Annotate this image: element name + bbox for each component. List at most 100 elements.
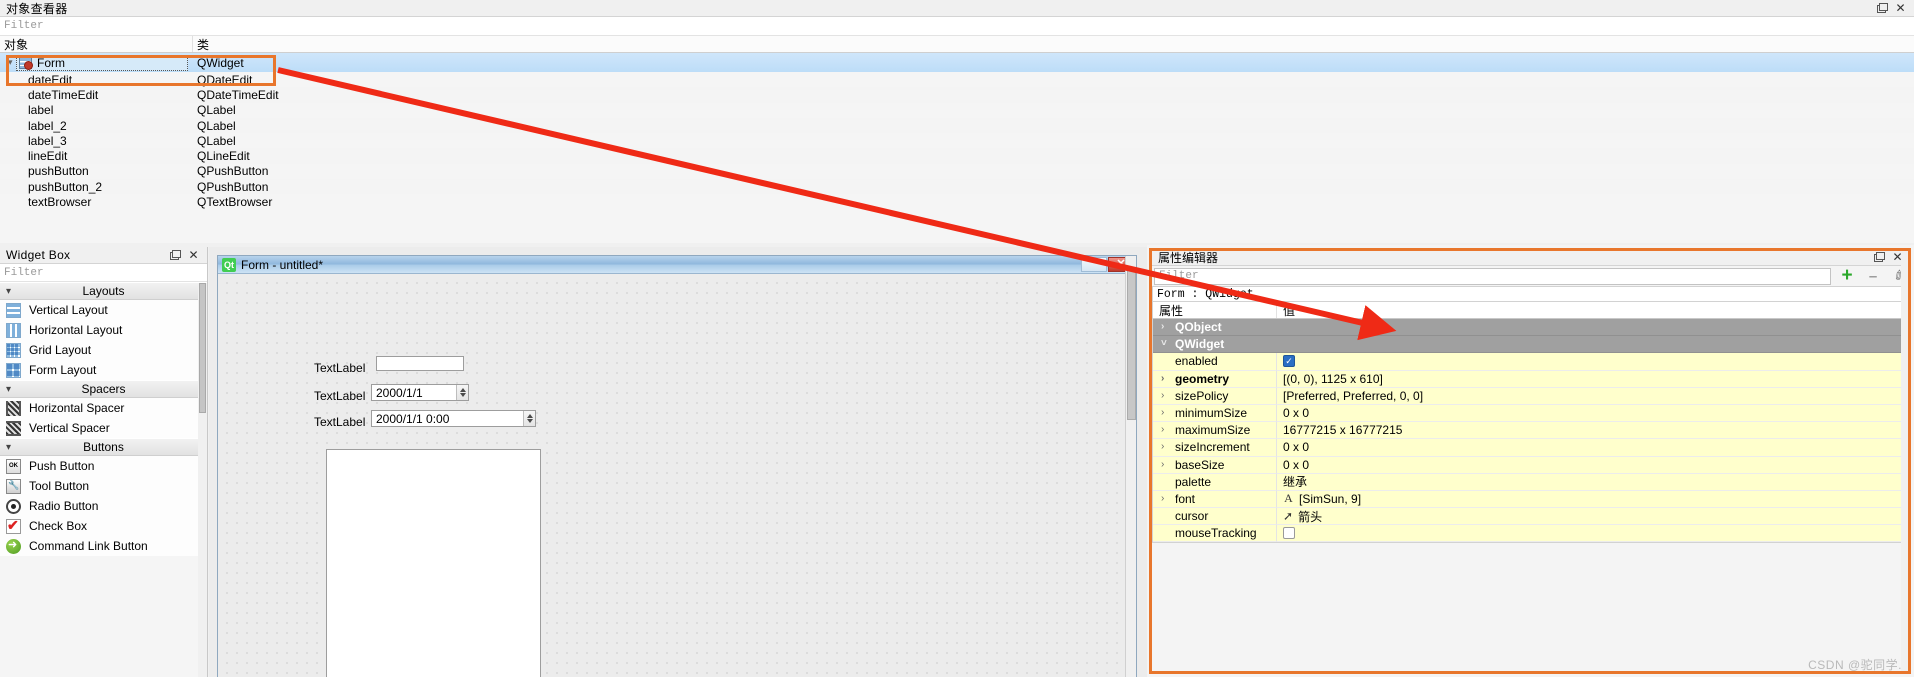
widget-box-section-spacers[interactable]: ▾ Spacers [0,380,207,398]
chevron-right-icon[interactable]: › [1161,408,1164,418]
property-row-palette[interactable]: palette 继承 [1153,473,1910,491]
property-row-geometry[interactable]: › geometry [(0, 0), 1125 x 610] [1153,370,1910,388]
property-value-mousetracking[interactable] [1277,525,1910,543]
tree-row-label[interactable]: label QLabel [0,103,1914,118]
property-value[interactable]: [(0, 0), 1125 x 610] [1277,371,1910,388]
widget-box-section-buttons[interactable]: ▾ Buttons [0,438,207,456]
chevron-right-icon[interactable]: › [1161,459,1164,470]
tree-row-lineEdit[interactable]: lineEdit QLineEdit [0,148,1914,164]
property-row-sizepolicy[interactable]: › sizePolicy [Preferred, Preferred, 0, 0… [1153,387,1910,405]
widget-box-filter-input[interactable]: Filter [0,264,207,282]
arrow-down-icon[interactable] [459,393,466,397]
widget-box-title: Widget Box [6,248,71,262]
property-value[interactable]: 0 x 0 [1277,405,1910,423]
property-row-maximumsize[interactable]: › maximumSize 16777215 x 16777215 [1153,422,1910,440]
property-row-font[interactable]: › font A [SimSun, 9] [1153,490,1910,509]
tree-item-label: pushButton [28,164,89,179]
form-window-scrollbar[interactable] [1125,256,1136,677]
property-group-qobject[interactable]: › QObject [1153,319,1910,337]
tree-row-form[interactable]: ▾ Form QWidget [0,53,1914,72]
widget-item-horizontal-spacer[interactable]: Horizontal Spacer [0,398,207,418]
widget-item-check-box[interactable]: Check Box [0,516,207,536]
chevron-down-icon[interactable]: ▾ [8,58,17,67]
property-row-mousetracking[interactable]: mouseTracking [1153,525,1910,543]
property-value[interactable]: 继承 [1277,474,1910,491]
tree-row-label_2[interactable]: label_2 QLabel [0,117,1914,134]
chevron-down-icon[interactable]: ˅ [1161,339,1167,349]
float-icon[interactable] [1874,251,1885,263]
close-icon[interactable]: ✕ [1895,2,1906,14]
widget-box-section-layouts[interactable]: ▾ Layouts [0,282,207,300]
chevron-right-icon[interactable]: › [1161,442,1164,452]
property-name: enabled [1175,354,1218,369]
form-label-1[interactable]: TextLabel [314,361,365,375]
widget-item-form-layout[interactable]: Form Layout [0,360,207,380]
spinner-arrows[interactable] [523,411,535,426]
remove-property-button[interactable]: – [1863,267,1883,285]
chevron-right-icon[interactable]: › [1161,390,1164,401]
close-icon[interactable]: ✕ [188,249,199,261]
form-date-edit[interactable]: 2000/1/1 [371,384,469,401]
arrow-down-icon[interactable] [526,419,533,423]
form-label-3[interactable]: TextLabel [314,415,365,429]
widget-item-horizontal-layout[interactable]: Horizontal Layout [0,320,207,340]
widget-box-scrollbar[interactable] [198,283,207,677]
form-text-browser[interactable] [326,449,541,677]
widget-item-command-link-button[interactable]: Command Link Button [0,536,207,556]
widget-item-radio-button[interactable]: Radio Button [0,496,207,516]
form-datetime-edit[interactable]: 2000/1/1 0:00 [371,410,536,427]
property-group-qwidget[interactable]: ˅ QWidget [1153,336,1910,354]
property-value[interactable]: 16777215 x 16777215 [1277,422,1910,440]
property-filter-input[interactable]: Filter [1154,267,1831,285]
property-row-cursor[interactable]: cursor ➚ 箭头 [1153,508,1910,526]
property-value[interactable]: 0 x 0 [1277,457,1910,474]
property-value[interactable]: [Preferred, Preferred, 0, 0] [1277,388,1910,405]
object-inspector-filter-input[interactable]: Filter [0,17,1914,36]
property-row-basesize[interactable]: › baseSize 0 x 0 [1153,456,1910,474]
chevron-right-icon[interactable]: › [1161,493,1164,504]
widget-item-grid-layout[interactable]: Grid Layout [0,340,207,360]
arrow-up-icon[interactable] [459,388,466,392]
add-property-button[interactable]: + [1837,266,1857,285]
property-value-enabled[interactable]: ✓ [1277,353,1910,371]
property-editor-panel: 属性编辑器 ✕ Filter + – ✐ Form : QWidget 属性 值… [1147,245,1914,677]
tree-row-dateEdit[interactable]: dateEdit QDateEdit [0,72,1914,87]
tree-row-pushButton[interactable]: pushButton QPushButton [0,164,1914,179]
checkbox-unchecked-icon[interactable] [1283,527,1295,540]
form-label-2[interactable]: TextLabel [314,389,365,403]
scrollbar-thumb[interactable] [1127,270,1136,420]
check-box-icon [6,517,21,534]
checkbox-checked-icon[interactable]: ✓ [1283,355,1295,368]
property-value-cursor[interactable]: ➚ 箭头 [1277,508,1910,526]
tree-row-label_3[interactable]: label_3 QLabel [0,133,1914,148]
form-canvas[interactable]: TextLabel TextLabel 2000/1/1 TextLabel 2… [218,274,1136,677]
widget-box-titlebar: Widget Box ✕ [0,247,207,264]
widget-item-tool-button[interactable]: Tool Button [0,476,207,496]
property-row-enabled[interactable]: enabled ✓ [1153,353,1910,371]
restore-button[interactable] [1081,257,1107,272]
tree-item-class: QPushButton [197,164,269,179]
tree-row-textBrowser[interactable]: textBrowser QTextBrowser [0,194,1914,209]
property-row-minimumsize[interactable]: › minimumSize 0 x 0 [1153,404,1910,423]
property-row-sizeincrement[interactable]: › sizeIncrement 0 x 0 [1153,439,1910,457]
widget-item-vertical-layout[interactable]: Vertical Layout [0,300,207,320]
tree-item-class: QDateTimeEdit [197,87,279,102]
chevron-right-icon[interactable]: › [1161,322,1164,332]
tree-row-pushButton_2[interactable]: pushButton_2 QPushButton [0,179,1914,195]
scrollbar-thumb[interactable] [199,283,206,413]
spinner-arrows[interactable] [456,385,468,400]
property-editor-scrollbar[interactable] [1901,249,1911,673]
arrow-up-icon[interactable] [526,414,533,418]
property-value[interactable]: 0 x 0 [1277,439,1910,457]
object-inspector-titlebar: 对象查看器 ✕ [0,0,1914,17]
tree-row-dateTimeEdit[interactable]: dateTimeEdit QDateTimeEdit [0,87,1914,103]
form-line-edit[interactable] [376,356,464,371]
chevron-right-icon[interactable]: › [1161,425,1164,435]
widget-item-push-button[interactable]: OK Push Button [0,456,207,476]
chevron-right-icon[interactable]: › [1161,373,1164,384]
float-icon[interactable] [170,249,181,261]
font-icon: A [1284,491,1293,506]
widget-item-vertical-spacer[interactable]: Vertical Spacer [0,418,207,438]
property-value-font[interactable]: A [SimSun, 9] [1277,491,1910,509]
float-icon[interactable] [1877,2,1888,14]
